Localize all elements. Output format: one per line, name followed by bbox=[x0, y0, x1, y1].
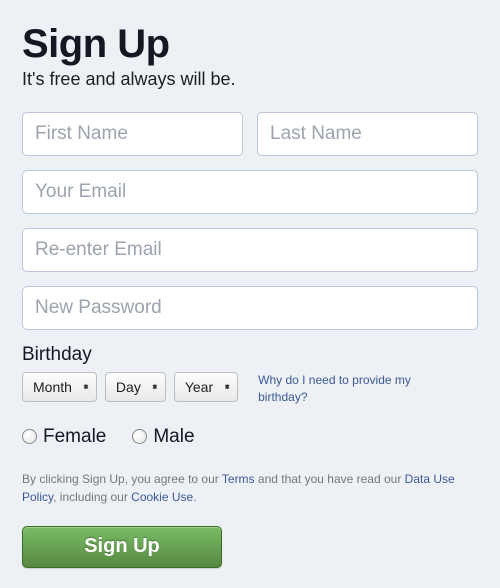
terms-link[interactable]: Terms bbox=[222, 472, 255, 486]
password-input[interactable] bbox=[22, 286, 478, 330]
reenter-email-input[interactable] bbox=[22, 228, 478, 272]
last-name-input[interactable] bbox=[257, 112, 478, 156]
female-radio[interactable] bbox=[22, 429, 37, 444]
select-arrows-icon: ▲▼ bbox=[82, 387, 90, 388]
male-radio[interactable] bbox=[132, 429, 147, 444]
signup-button[interactable]: Sign Up bbox=[22, 526, 222, 568]
terms-middle: and that you have read our bbox=[255, 472, 405, 486]
year-select[interactable]: Year ▲▼ bbox=[174, 372, 238, 402]
cookie-use-link[interactable]: Cookie Use bbox=[131, 490, 193, 504]
birthday-why-link[interactable]: Why do I need to provide my birthday? bbox=[258, 372, 428, 406]
select-arrows-icon: ▲▼ bbox=[223, 387, 231, 388]
female-label: Female bbox=[43, 426, 106, 448]
birthday-label: Birthday bbox=[22, 344, 478, 366]
male-label: Male bbox=[153, 426, 194, 448]
terms-suffix: . bbox=[193, 490, 196, 504]
female-radio-item[interactable]: Female bbox=[22, 426, 106, 448]
male-radio-item[interactable]: Male bbox=[132, 426, 194, 448]
email-input[interactable] bbox=[22, 170, 478, 214]
day-select[interactable]: Day ▲▼ bbox=[105, 372, 166, 402]
month-select-value: Month bbox=[33, 379, 72, 395]
year-select-value: Year bbox=[185, 379, 213, 395]
select-arrows-icon: ▲▼ bbox=[151, 387, 159, 388]
terms-text: By clicking Sign Up, you agree to our Te… bbox=[22, 470, 478, 506]
page-title: Sign Up bbox=[22, 22, 478, 67]
page-subtitle: It's free and always will be. bbox=[22, 69, 478, 90]
first-name-input[interactable] bbox=[22, 112, 243, 156]
terms-middle2: , including our bbox=[53, 490, 131, 504]
month-select[interactable]: Month ▲▼ bbox=[22, 372, 97, 402]
terms-prefix: By clicking Sign Up, you agree to our bbox=[22, 472, 222, 486]
day-select-value: Day bbox=[116, 379, 141, 395]
